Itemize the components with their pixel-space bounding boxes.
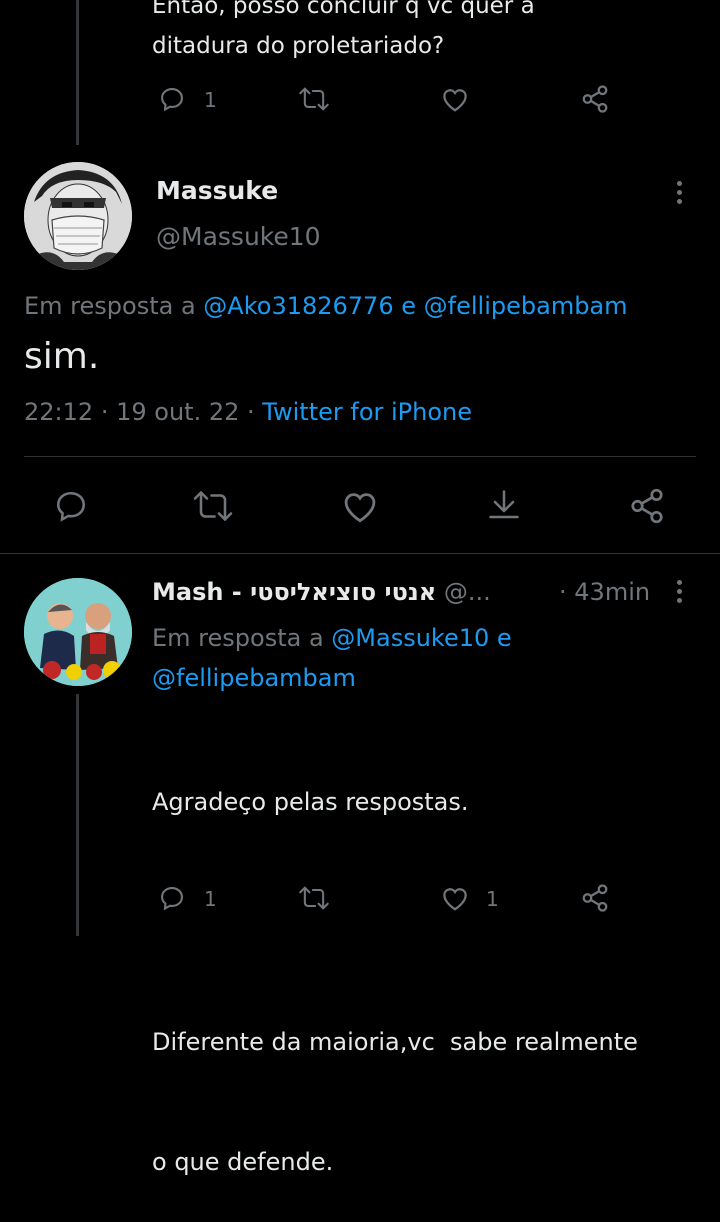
main-reply-context: Em resposta a @Ako31826776 e @fellipebam… [24, 292, 628, 320]
meta-sep: · [247, 398, 255, 426]
reply-icon[interactable] [52, 488, 90, 524]
main-display-name[interactable]: Massuke [156, 176, 278, 205]
mention-ako[interactable]: @Ako31826776 [203, 292, 393, 320]
mention-fellipebambam[interactable]: @fellipebambam [152, 664, 356, 692]
main-meta: 22:12 · 19 out. 22 · Twitter for iPhone [24, 398, 472, 426]
divider [24, 456, 696, 457]
reply-like-count: 1 [486, 887, 499, 911]
tweet-source[interactable]: Twitter for iPhone [262, 398, 472, 426]
reply-text: Agradeço pelas respostas. Diferente da m… [152, 702, 712, 1222]
reply-join: e [401, 292, 417, 320]
top-tweet-text-line1: Então, posso concluir q vc quer a [152, 0, 535, 19]
thread-line-top [76, 0, 79, 145]
reply-icon[interactable] [158, 884, 186, 912]
reply-prefix: Em resposta a [24, 292, 196, 320]
reply-text-line3: o que defende. [152, 1148, 334, 1176]
share-icon[interactable] [580, 883, 610, 913]
reply-prefix: Em resposta a [152, 624, 324, 652]
reply-join: e [496, 624, 512, 652]
reply-text-line1: Agradeço pelas respostas. [152, 788, 469, 816]
reply-context: Em resposta a @Massuke10 e @fellipebamba… [152, 618, 692, 698]
retweet-icon[interactable] [192, 488, 234, 524]
like-icon[interactable] [440, 85, 470, 113]
reply-text-line2: Diferente da maioria,vc sabe realmente [152, 1028, 638, 1056]
top-reply-count: 1 [204, 88, 217, 112]
share-icon[interactable] [628, 487, 666, 525]
retweet-icon[interactable] [298, 884, 330, 912]
tweet-date: 19 out. 22 [116, 398, 240, 426]
avatar-mash[interactable] [24, 578, 132, 686]
meta-sep: · [100, 398, 109, 426]
retweet-icon[interactable] [298, 85, 330, 113]
top-tweet-text-line2: ditadura do proletariado? [152, 33, 445, 59]
section-divider [0, 553, 720, 554]
reply-icon[interactable] [158, 85, 186, 113]
reply-time-ago[interactable]: 43min [574, 578, 650, 606]
top-tweet-text: Então, posso concluir q vc quer a ditadu… [152, 0, 692, 66]
reply-timestamp: · 43min [553, 578, 651, 606]
bookmark-download-icon[interactable] [486, 486, 522, 524]
avatar-massuke[interactable] [24, 162, 132, 270]
reply-sep: · [559, 578, 567, 606]
tweet-time: 22:12 [24, 398, 94, 426]
reply-reply-count: 1 [204, 887, 217, 911]
more-icon[interactable] [677, 181, 683, 208]
reply-display-name[interactable]: Mash - אנטי סוציאליסטי [152, 578, 436, 606]
more-icon[interactable] [677, 580, 683, 607]
main-tweet-text: sim. [24, 336, 100, 377]
like-icon[interactable] [340, 488, 380, 524]
thread-line-reply [76, 694, 79, 936]
mention-fellipebambam[interactable]: @fellipebambam [424, 292, 628, 320]
like-icon[interactable] [440, 884, 470, 912]
reply-handle[interactable]: @... [444, 578, 491, 606]
mention-massuke10[interactable]: @Massuke10 [331, 624, 489, 652]
main-handle[interactable]: @Massuke10 [156, 222, 321, 251]
share-icon[interactable] [580, 84, 610, 114]
